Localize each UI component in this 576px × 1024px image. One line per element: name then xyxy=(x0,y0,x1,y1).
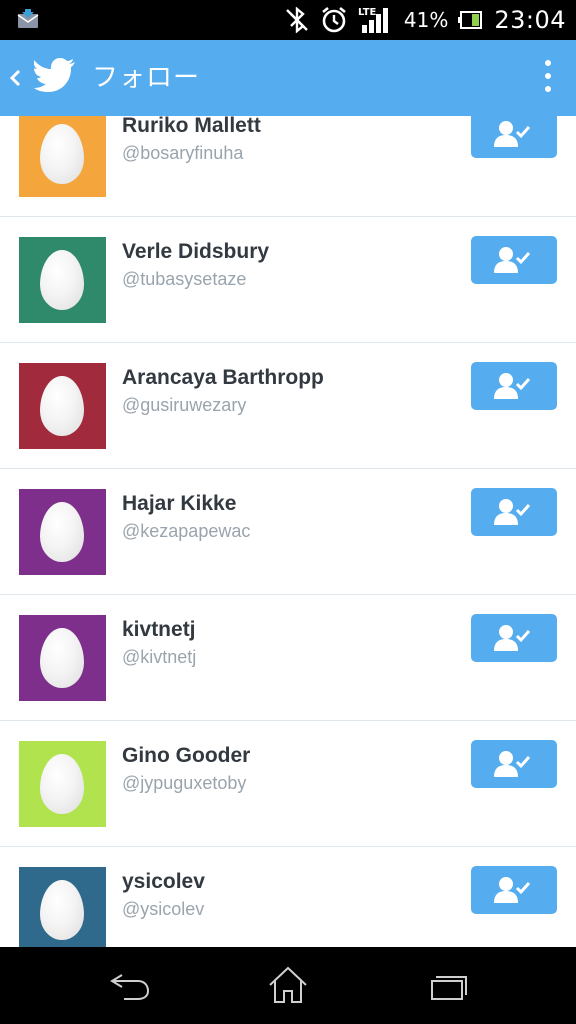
user-handle: @tubasysetaze xyxy=(122,269,247,289)
page-title: フォロー xyxy=(92,63,201,93)
default-egg-avatar-icon xyxy=(40,754,84,814)
bluetooth-off-icon xyxy=(286,7,308,33)
avatar[interactable] xyxy=(19,363,106,449)
user-handle: @ysicolev xyxy=(122,899,205,919)
following-button[interactable] xyxy=(471,236,557,284)
user-row[interactable]: Ruriko Mallett @bosaryfinuha xyxy=(0,116,576,217)
following-check-icon xyxy=(494,373,531,399)
following-check-icon xyxy=(494,247,531,273)
following-button[interactable] xyxy=(471,866,557,914)
back-icon[interactable] xyxy=(7,64,23,92)
user-handle: @kezapapewac xyxy=(122,521,251,541)
default-egg-avatar-icon xyxy=(40,880,84,940)
user-row[interactable]: Hajar Kikke @kezapapewac xyxy=(0,469,576,595)
clock: 23:04 xyxy=(494,6,566,34)
default-egg-avatar-icon xyxy=(40,628,84,688)
user-handle: @kivtnetj xyxy=(122,647,197,667)
following-check-icon xyxy=(494,625,531,651)
following-check-icon xyxy=(494,877,531,903)
status-bar: LTE 41% 23:04 xyxy=(0,0,576,40)
twitter-bird-icon[interactable] xyxy=(34,58,76,94)
default-egg-avatar-icon xyxy=(40,250,84,310)
user-row[interactable]: Verle Didsbury @tubasysetaze xyxy=(0,217,576,343)
following-list[interactable]: Ruriko Mallett @bosaryfinuha Verle Didsbur… xyxy=(0,116,576,947)
user-row[interactable]: Gino Gooder @jypuguxetoby xyxy=(0,721,576,847)
default-egg-avatar-icon xyxy=(40,124,84,184)
svg-text:LTE: LTE xyxy=(358,7,377,18)
avatar[interactable] xyxy=(19,489,106,575)
default-egg-avatar-icon xyxy=(40,376,84,436)
battery-percent: 41% xyxy=(403,8,449,32)
following-button[interactable] xyxy=(471,488,557,536)
user-name[interactable]: Gino Gooder xyxy=(122,744,250,768)
nav-back-icon[interactable] xyxy=(108,965,152,1005)
user-name[interactable]: Ruriko Mallett xyxy=(122,116,261,138)
avatar[interactable] xyxy=(19,116,106,197)
user-row[interactable]: ysicolev @ysicolev xyxy=(0,847,576,947)
user-name[interactable]: kivtnetj xyxy=(122,618,196,642)
user-handle: @gusiruwezary xyxy=(122,395,247,415)
alarm-icon xyxy=(322,6,346,33)
avatar[interactable] xyxy=(19,741,106,827)
following-button[interactable] xyxy=(471,614,557,662)
user-handle: @jypuguxetoby xyxy=(122,773,247,793)
nav-home-icon[interactable] xyxy=(266,965,310,1005)
nav-recents-icon[interactable] xyxy=(426,965,470,1005)
following-check-icon xyxy=(494,121,531,147)
user-name[interactable]: Arancaya Barthropp xyxy=(122,366,324,390)
user-name[interactable]: Verle Didsbury xyxy=(122,240,269,264)
mail-notification-icon xyxy=(17,9,39,28)
following-button[interactable] xyxy=(471,362,557,410)
avatar[interactable] xyxy=(19,237,106,323)
battery-icon xyxy=(458,11,483,29)
following-check-icon xyxy=(494,751,531,777)
default-egg-avatar-icon xyxy=(40,502,84,562)
following-button[interactable] xyxy=(471,116,557,158)
signal-icon: LTE xyxy=(358,7,388,33)
avatar[interactable] xyxy=(19,615,106,701)
user-handle: @bosaryfinuha xyxy=(122,143,244,163)
following-button[interactable] xyxy=(471,740,557,788)
user-name[interactable]: Hajar Kikke xyxy=(122,492,236,516)
action-bar: フォロー xyxy=(0,40,576,116)
navigation-bar xyxy=(0,947,576,1024)
user-row[interactable]: Arancaya Barthropp @gusiruwezary xyxy=(0,343,576,469)
user-name[interactable]: ysicolev xyxy=(122,870,205,894)
overflow-menu-icon[interactable] xyxy=(538,60,558,98)
user-row[interactable]: kivtnetj @kivtnetj xyxy=(0,595,576,721)
avatar[interactable] xyxy=(19,867,106,947)
following-check-icon xyxy=(494,499,531,525)
